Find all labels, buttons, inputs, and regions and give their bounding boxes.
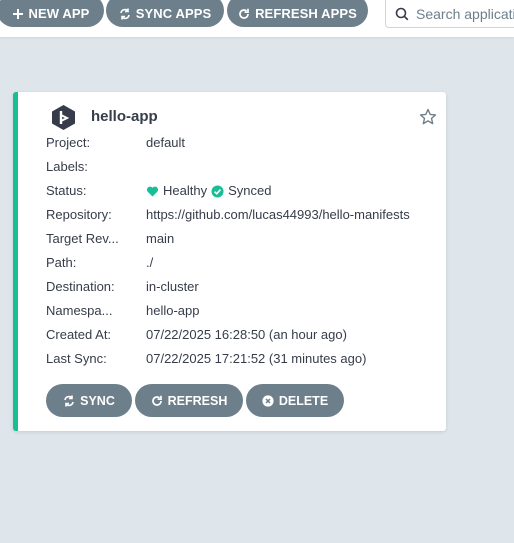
last-sync-label: Last Sync: (46, 351, 107, 366)
project-label: Project: (46, 135, 91, 150)
path-value: ./ (146, 255, 154, 270)
destination-value: in-cluster (146, 279, 199, 294)
application-tile[interactable]: hello-app Project: default Labels: Statu… (13, 92, 446, 431)
sync-label: SYNC (80, 393, 115, 408)
sync-apps-label: SYNC APPS (135, 6, 212, 21)
refresh-icon (238, 8, 250, 20)
target-revision-value: main (146, 231, 175, 246)
last-sync-value: 07/22/2025 17:21:52 (31 minutes ago) (146, 351, 367, 366)
refresh-button[interactable]: REFRESH (135, 384, 243, 417)
star-icon[interactable] (419, 108, 437, 126)
new-app-label: NEW APP (28, 6, 90, 21)
check-circle-icon (211, 185, 228, 198)
search-icon (395, 7, 409, 21)
search-box[interactable] (385, 0, 514, 28)
project-value: default (146, 135, 186, 150)
status-value: Healthy Synced (146, 181, 416, 201)
sync-button[interactable]: SYNC (46, 384, 132, 417)
new-app-button[interactable]: NEW APP (0, 0, 104, 27)
refresh-apps-label: REFRESH APPS (255, 6, 357, 21)
argo-logo-icon (50, 104, 77, 131)
created-at-label: Created At: (46, 327, 112, 342)
sync-apps-button[interactable]: SYNC APPS (106, 0, 224, 27)
search-input[interactable] (416, 6, 514, 22)
destination-label: Destination: (46, 279, 115, 294)
close-circle-icon (262, 394, 274, 407)
status-label: Status: (46, 183, 87, 198)
delete-button[interactable]: DELETE (246, 384, 344, 417)
delete-label: DELETE (278, 393, 329, 408)
app-name[interactable]: hello-app (91, 108, 158, 125)
sync-status: Synced (228, 183, 272, 198)
heart-icon (146, 185, 163, 198)
path-label: Path: (46, 255, 77, 270)
namespace-value: hello-app (146, 303, 200, 318)
labels-label: Labels: (46, 159, 88, 174)
namespace-label: Namespa... (46, 303, 113, 318)
sync-icon (63, 395, 75, 407)
health-status: Healthy (163, 183, 208, 198)
repository-value: https://github.com/lucas44993/hello-mani… (146, 207, 410, 222)
refresh-label: REFRESH (167, 393, 228, 408)
sync-icon (119, 8, 131, 20)
plus-icon (12, 8, 24, 20)
created-at-value: 07/22/2025 16:28:50 (an hour ago) (146, 327, 347, 342)
refresh-icon (151, 395, 163, 407)
target-revision-label: Target Rev... (46, 231, 119, 246)
repository-label: Repository: (46, 207, 112, 222)
refresh-apps-button[interactable]: REFRESH APPS (227, 0, 368, 27)
top-toolbar: NEW APP SYNC APPS REFRESH APPS (0, 0, 514, 37)
